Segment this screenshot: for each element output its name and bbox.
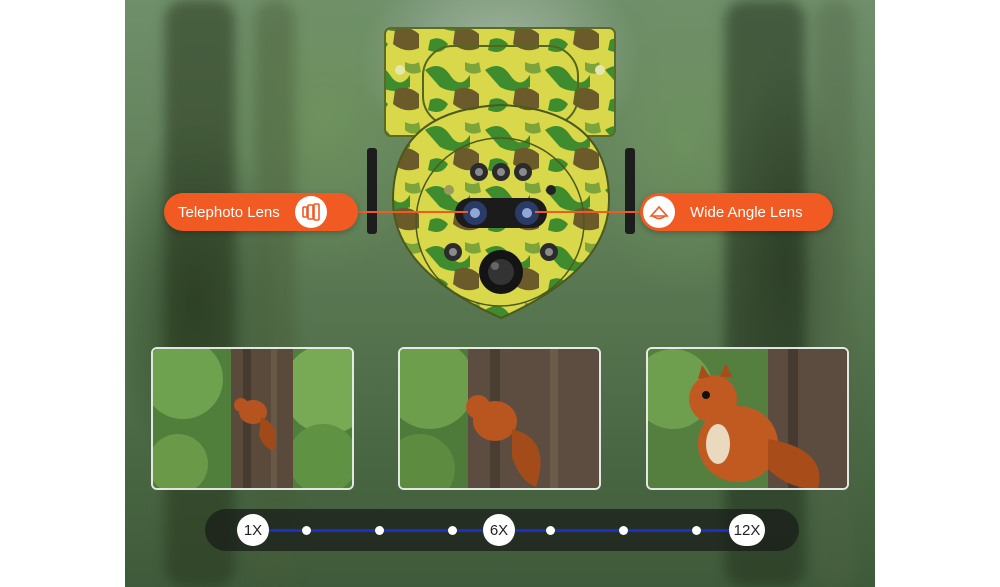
zoom-tick [619,526,628,535]
zoom-slider: 1X 6X 12X [205,509,799,551]
squirrel-photo-12x [646,347,849,490]
zoom-tick [448,526,457,535]
wide-angle-lens-text: Wide Angle Lens [690,203,803,221]
zoom-mark-12x: 12X [729,514,765,546]
zoom-tick [302,526,311,535]
zoom-mark-1x: 1X [237,514,269,546]
wide-angle-lens-label: Wide Angle Lens [640,193,833,231]
telephoto-lens-icon [294,196,327,228]
camo-ptz-camera [367,27,635,320]
wide-connector [535,211,640,213]
telephoto-lens-text: Telephoto Lens [178,203,280,221]
zoom-tick [546,526,555,535]
telephoto-connector [358,211,468,213]
zoom-tick [375,526,384,535]
zoom-mark-6x: 6X [483,514,515,546]
zoom-tick [692,526,701,535]
wide-angle-lens-icon [643,196,675,228]
squirrel-photo-6x [398,347,601,490]
squirrel-photo-1x [151,347,354,490]
product-banner [125,0,875,587]
telephoto-lens-label: Telephoto Lens [164,193,358,231]
